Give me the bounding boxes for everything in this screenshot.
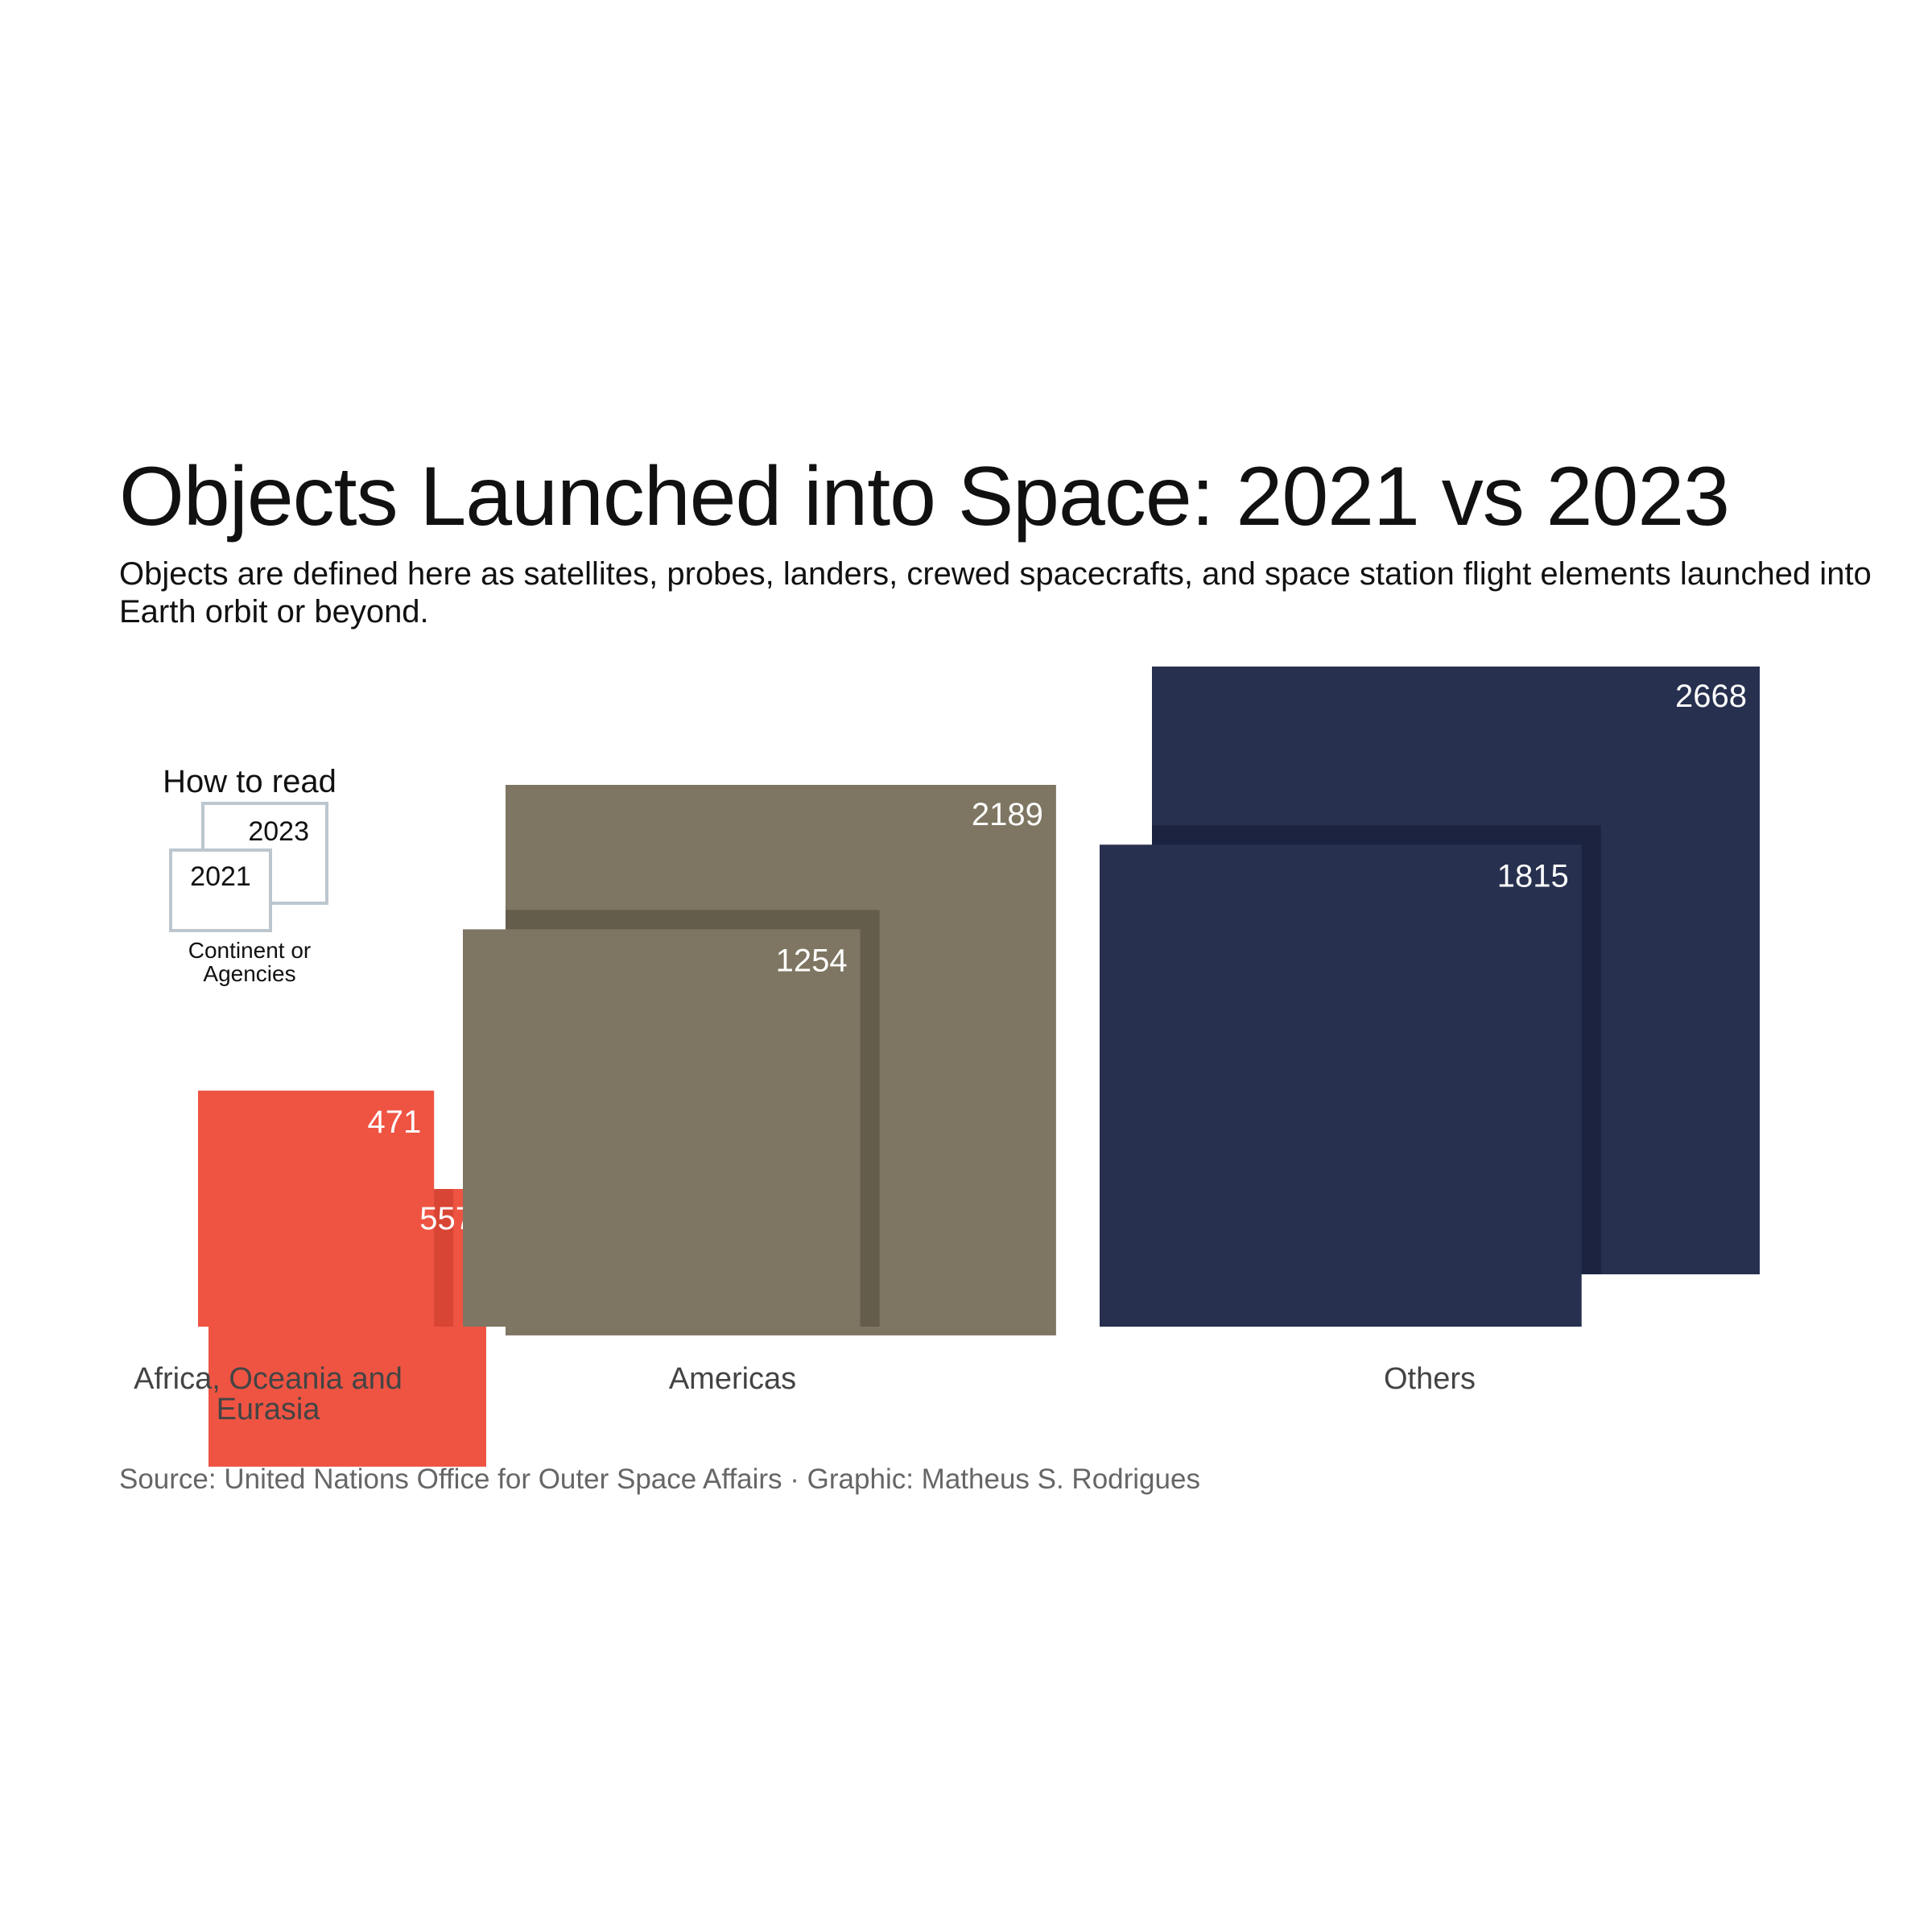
category-label-0-0: Africa, Oceania and bbox=[134, 1362, 402, 1396]
chart-canvas: How to read 2023 2021 Continent or Agenc… bbox=[134, 667, 1760, 1467]
legend-caption-line2: Agencies bbox=[203, 961, 295, 986]
value-label-2021-0: 471 bbox=[367, 1104, 421, 1140]
category-label-2-0: Others bbox=[1384, 1362, 1476, 1396]
legend-heading: How to read bbox=[163, 764, 336, 799]
legend-2023-label: 2023 bbox=[248, 816, 309, 847]
square-2021-2 bbox=[1100, 844, 1582, 1327]
category-label-1-0: Americas bbox=[669, 1362, 796, 1396]
how-to-read-legend: How to read 2023 2021 Continent or Agenc… bbox=[163, 764, 336, 986]
category-label-0-1: Eurasia bbox=[217, 1393, 321, 1426]
chart-marks: 557471Africa, Oceania andEurasia21891254… bbox=[134, 667, 1760, 1467]
value-label-2023-2: 2668 bbox=[1675, 679, 1747, 714]
legend-caption-line1: Continent or bbox=[188, 938, 312, 963]
source-note: Source: United Nations Office for Outer … bbox=[119, 1463, 1200, 1495]
legend-2021-label: 2021 bbox=[190, 861, 251, 892]
value-label-2021-2: 1815 bbox=[1497, 858, 1569, 894]
square-2021-1 bbox=[463, 929, 861, 1327]
value-label-2023-1: 2189 bbox=[972, 797, 1043, 832]
value-label-2021-1: 1254 bbox=[776, 943, 848, 978]
